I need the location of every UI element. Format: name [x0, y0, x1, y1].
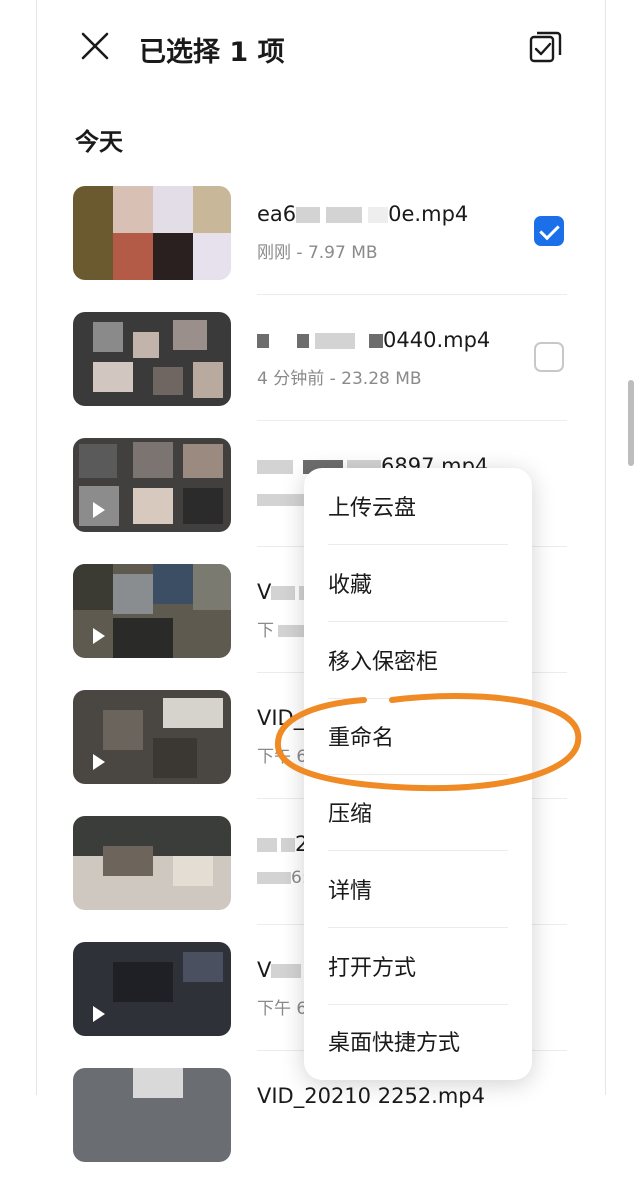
menu-item-desktop-shortcut[interactable]: 桌面快捷方式: [304, 1003, 532, 1080]
divider: [257, 420, 567, 421]
select-all-icon[interactable]: [527, 28, 565, 66]
selection-header: 已选择 1 项: [37, 0, 605, 95]
close-icon[interactable]: [77, 28, 113, 64]
video-thumbnail: [73, 186, 231, 280]
video-thumbnail: [73, 564, 231, 658]
menu-item-open-with[interactable]: 打开方式: [304, 928, 532, 1005]
menu-item-move-to-safe[interactable]: 移入保密柜: [304, 622, 532, 699]
video-thumbnail: [73, 942, 231, 1036]
video-thumbnail: [73, 690, 231, 784]
divider: [257, 294, 567, 295]
file-name: ea6 0e.mp4: [257, 202, 469, 226]
file-name: 0440.mp4: [257, 328, 490, 352]
file-name: VID_20210 2252.mp4: [257, 1084, 486, 1108]
play-icon: [93, 754, 105, 770]
play-icon: [93, 502, 105, 518]
list-item[interactable]: 0440.mp4 4 分钟前 - 23.28 MB: [67, 312, 577, 438]
menu-item-rename[interactable]: 重命名: [304, 698, 532, 775]
page-title: 已选择 1 项: [139, 37, 285, 68]
video-thumbnail: [73, 1068, 231, 1162]
video-thumbnail: [73, 312, 231, 406]
select-checkbox[interactable]: [534, 342, 564, 372]
menu-item-favorite[interactable]: 收藏: [304, 545, 532, 622]
play-icon: [93, 1006, 105, 1022]
list-item[interactable]: VID_20210 2252.mp4: [67, 1068, 577, 1194]
section-today-label: 今天: [75, 128, 123, 156]
video-thumbnail: [73, 816, 231, 910]
file-meta: 刚刚 - 7.97 MB: [257, 243, 378, 263]
menu-item-compress[interactable]: 压缩: [304, 774, 532, 851]
context-menu: 上传云盘 收藏 移入保密柜 重命名 压缩 详情 打开方式 桌面快捷方式: [304, 468, 532, 1080]
video-thumbnail: [73, 438, 231, 532]
menu-item-upload-cloud[interactable]: 上传云盘: [304, 468, 532, 545]
list-item[interactable]: ea6 0e.mp4 刚刚 - 7.97 MB: [67, 186, 577, 312]
play-icon: [93, 628, 105, 644]
select-checkbox-checked[interactable]: [534, 216, 564, 246]
file-meta: 4 分钟前 - 23.28 MB: [257, 369, 422, 389]
scrollbar[interactable]: [628, 380, 634, 466]
menu-item-details[interactable]: 详情: [304, 851, 532, 928]
